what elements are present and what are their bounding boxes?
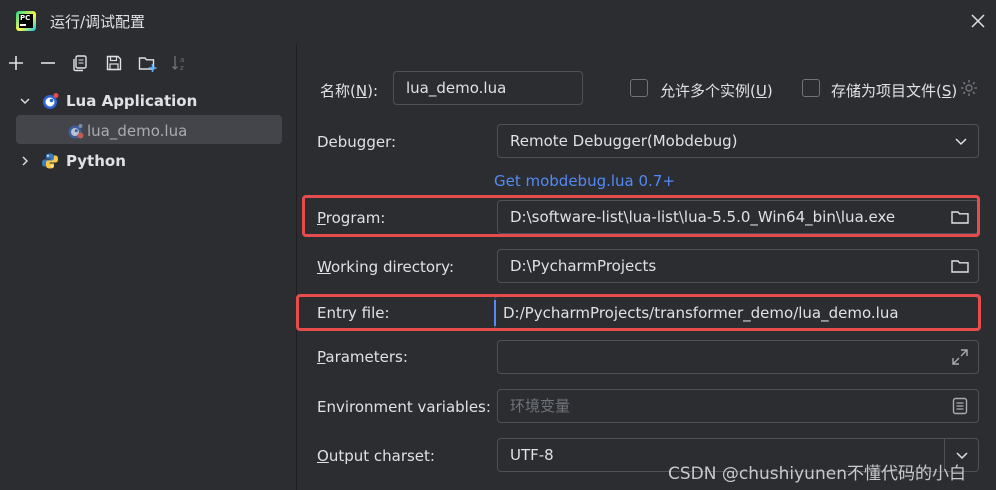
remove-icon[interactable] — [38, 53, 58, 73]
chevron-down-icon[interactable] — [18, 94, 32, 108]
working-directory-input[interactable]: D:\PycharmProjects — [497, 249, 979, 283]
add-icon[interactable] — [6, 53, 26, 73]
python-icon — [42, 153, 58, 169]
svg-text:z: z — [180, 64, 184, 72]
entry-file-input[interactable]: D:/PycharmProjects/transformer_demo/lua_… — [494, 296, 979, 330]
svg-text:a: a — [180, 56, 184, 64]
allow-multiple-label: 允许多个实例(U) — [660, 82, 773, 100]
working-directory-label: Working directory: — [317, 258, 455, 276]
tree-item-label: Python — [66, 152, 126, 170]
folder-icon[interactable] — [950, 256, 970, 276]
pycharm-logo-icon: PC — [16, 11, 36, 31]
environment-variables-label: Environment variables: — [317, 398, 491, 416]
gear-icon[interactable] — [959, 78, 979, 98]
tree-item-lua-demo[interactable]: lua_demo.lua — [0, 116, 297, 146]
tree-item-label: Lua Application — [66, 92, 198, 110]
parameters-input[interactable] — [497, 340, 979, 374]
parameters-label: Parameters: — [317, 348, 408, 366]
tree-item-label: lua_demo.lua — [87, 122, 188, 140]
name-label: 名称(N): — [320, 82, 378, 100]
config-form-panel: 名称(N): lua_demo.lua 允许多个实例(U) 存储为项目文件(S)… — [296, 44, 996, 490]
close-icon[interactable] — [968, 11, 988, 31]
get-mobdebug-link[interactable]: Get mobdebug.lua 0.7+ — [494, 172, 675, 190]
output-charset-label: Output charset: — [317, 447, 435, 465]
debugger-select[interactable]: Remote Debugger(Mobdebug) — [497, 124, 979, 158]
text-caret — [494, 300, 496, 326]
new-folder-icon[interactable] — [137, 53, 157, 73]
folder-icon[interactable] — [950, 207, 970, 227]
store-as-file-checkbox[interactable] — [802, 79, 820, 97]
chevron-down-icon[interactable] — [951, 131, 971, 151]
list-edit-icon[interactable] — [950, 396, 970, 416]
lua-file-icon — [68, 124, 84, 139]
expand-icon[interactable] — [950, 347, 970, 367]
lua-icon — [43, 93, 59, 109]
window-title: 运行/调试配置 — [50, 13, 146, 31]
environment-variables-input[interactable]: 环境变量 — [497, 389, 979, 423]
watermark: CSDN @chushiyunen不懂代码的小白 — [668, 464, 966, 484]
program-input[interactable]: D:\software-list\lua-list\lua-5.5.0_Win6… — [497, 200, 979, 234]
config-tree-panel: a z Lua Application lua_demo.lua Python — [0, 44, 297, 490]
title-bar: PC 运行/调试配置 — [0, 0, 996, 44]
tree-item-python[interactable]: Python — [0, 146, 297, 176]
copy-icon[interactable] — [70, 53, 90, 73]
store-as-file-label: 存储为项目文件(S) — [831, 82, 958, 100]
name-input[interactable]: lua_demo.lua — [393, 71, 583, 105]
sort-icon[interactable]: a z — [170, 53, 190, 73]
chevron-right-icon[interactable] — [18, 154, 32, 168]
program-label: Program: — [317, 209, 386, 227]
entry-file-label: Entry file: — [317, 304, 390, 322]
debugger-label: Debugger: — [317, 133, 397, 151]
save-icon[interactable] — [104, 53, 124, 73]
allow-multiple-checkbox[interactable] — [630, 79, 648, 97]
tree-item-lua-application[interactable]: Lua Application — [0, 86, 297, 116]
